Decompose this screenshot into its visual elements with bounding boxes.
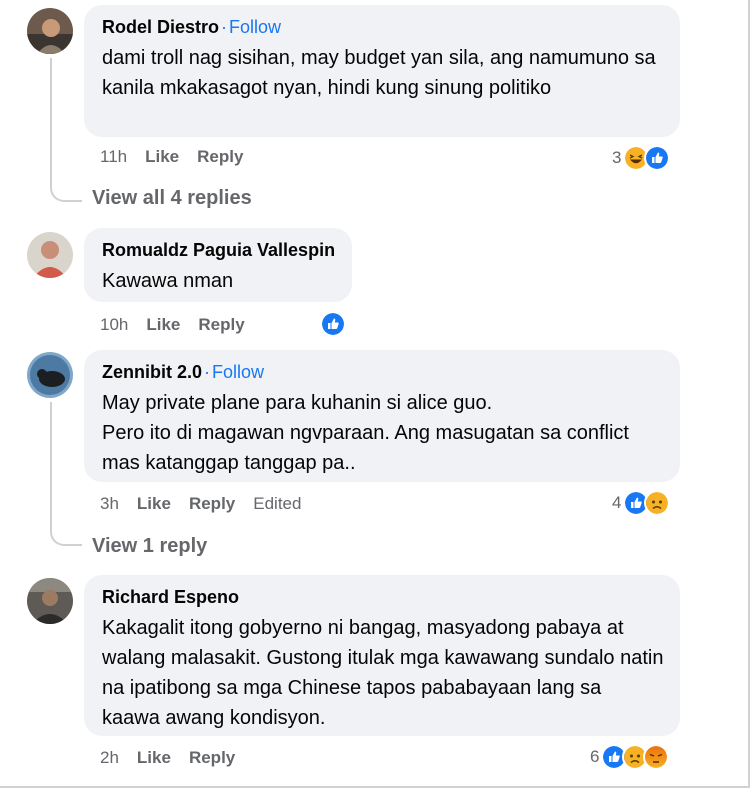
comment-header: Rodel Diestro · Follow	[102, 15, 664, 39]
reaction-count: 3	[612, 148, 622, 167]
thread-connector	[50, 522, 82, 546]
comment-header: Romualdz Paguia Vallespin	[102, 238, 336, 262]
comment-bubble: Romualdz Paguia Vallespin Kawawa nman	[84, 228, 352, 302]
avatar-photo	[27, 8, 73, 54]
comment-time[interactable]: 10h	[100, 315, 128, 334]
separator-dot: ·	[204, 362, 211, 382]
reply-button[interactable]: Reply	[197, 147, 243, 166]
comment-text: Kawawa nman	[102, 270, 234, 292]
author-name[interactable]: Richard Espeno	[102, 587, 239, 607]
reaction-summary[interactable]	[320, 311, 346, 337]
reaction-count: 4	[612, 493, 622, 512]
comment-text: Kakagalit itong gobyerno ni bangag, masy…	[102, 617, 664, 729]
comment-actions: 3h Like Reply Edited	[100, 494, 319, 514]
author-name[interactable]: Rodel Diestro	[102, 17, 219, 37]
avatar[interactable]	[27, 8, 73, 54]
reaction-summary[interactable]: 6	[590, 744, 670, 770]
sad-reaction-icon	[644, 490, 671, 516]
comment-text: dami troll nag sisihan, may budget yan s…	[102, 47, 656, 99]
like-button[interactable]: Like	[146, 315, 180, 334]
edited-label: Edited	[253, 494, 302, 513]
comment-text: May private plane para kuhanin si alice …	[102, 392, 629, 474]
comment-header: Zennibit 2.0 · Follow	[102, 360, 664, 384]
reply-button[interactable]: Reply	[189, 494, 235, 513]
comment-header: Richard Espeno	[102, 585, 664, 609]
thread-line	[50, 58, 52, 178]
avatar[interactable]	[27, 232, 73, 278]
like-button[interactable]: Like	[137, 748, 171, 767]
avatar-photo	[27, 578, 73, 624]
like-button[interactable]: Like	[145, 147, 179, 166]
reaction-summary[interactable]: 4	[612, 490, 671, 516]
reply-button[interactable]: Reply	[189, 748, 235, 767]
reaction-count: 6	[590, 747, 600, 766]
like-button[interactable]: Like	[137, 494, 171, 513]
view-replies-link[interactable]: View all 4 replies	[92, 187, 252, 210]
follow-button[interactable]: Follow	[229, 17, 281, 37]
comment-time[interactable]: 11h	[100, 147, 127, 166]
thread-connector	[50, 178, 82, 202]
avatar-photo	[27, 232, 73, 278]
angry-reaction-icon	[643, 744, 670, 770]
thread-line	[50, 402, 52, 526]
reaction-summary[interactable]: 3	[612, 145, 671, 171]
separator-dot: ·	[221, 17, 228, 37]
view-replies-link[interactable]: View 1 reply	[92, 535, 207, 558]
avatar-photo	[27, 352, 73, 398]
follow-button[interactable]: Follow	[212, 362, 264, 382]
reply-button[interactable]: Reply	[198, 315, 244, 334]
comment-bubble: Rodel Diestro · Follow dami troll nag sisi…	[84, 5, 680, 137]
comment-bubble: Richard Espeno Kakagalit itong gobyerno …	[84, 575, 680, 736]
like-reaction-icon	[320, 311, 346, 337]
comment-actions: 11h Like Reply	[100, 147, 261, 167]
like-reaction-icon	[644, 145, 671, 171]
comment-time[interactable]: 3h	[100, 494, 119, 513]
avatar[interactable]	[27, 578, 73, 624]
author-name[interactable]: Romualdz Paguia Vallespin	[102, 240, 335, 260]
comment-bubble: Zennibit 2.0 · Follow May private plane pa…	[84, 350, 680, 482]
comment-time[interactable]: 2h	[100, 748, 119, 767]
avatar[interactable]	[27, 352, 73, 398]
comment-actions: 2h Like Reply	[100, 748, 253, 768]
comment-actions: 10h Like Reply	[100, 315, 263, 335]
author-name[interactable]: Zennibit 2.0	[102, 362, 202, 382]
